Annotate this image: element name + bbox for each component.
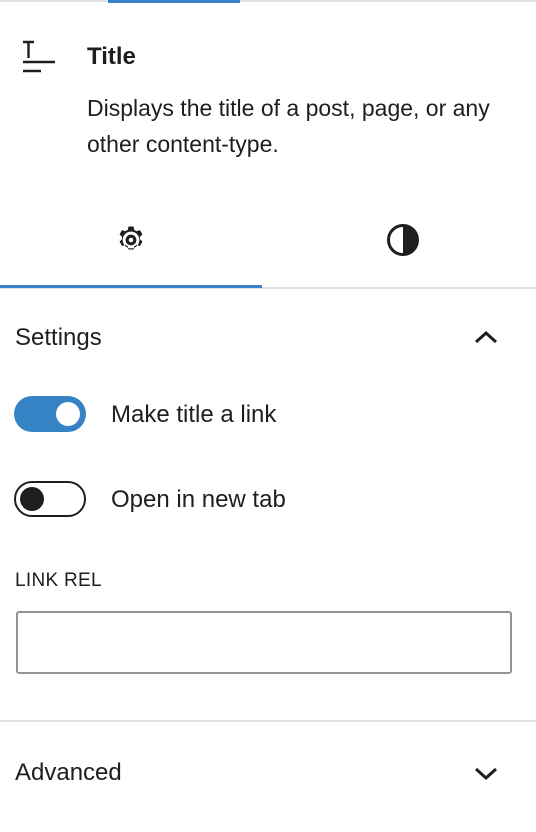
inspector-tabs [0,196,536,288]
advanced-panel-title: Advanced [15,759,122,786]
link-rel-input[interactable] [16,611,512,674]
toggle-knob [20,487,44,511]
block-title: Title [87,43,136,70]
settings-panel-toggle[interactable]: Settings [0,300,536,376]
toggle-knob [56,402,80,426]
tab-styles[interactable] [270,196,536,288]
tab-settings[interactable] [0,196,262,288]
block-card: Title Displays the title of a post, page… [0,0,536,190]
link-rel-label: LINK REL [15,570,102,591]
open-new-tab-label: Open in new tab [111,486,286,513]
advanced-panel-toggle[interactable]: Advanced [0,735,536,811]
active-tab-indicator [0,285,262,288]
title-block-icon [20,40,56,74]
chevron-up-icon [470,322,502,354]
open-new-tab-row: Open in new tab [0,480,536,520]
contrast-icon [385,222,421,263]
make-title-link-toggle[interactable] [14,396,86,432]
make-title-link-label: Make title a link [111,401,277,428]
block-description: Displays the title of a post, page, or a… [87,95,490,157]
gear-icon [114,223,148,262]
chevron-down-icon [470,757,502,789]
settings-panel-title: Settings [15,324,102,351]
make-title-link-row: Make title a link [0,395,536,435]
open-new-tab-toggle[interactable] [14,481,86,517]
panel-divider [0,720,536,722]
